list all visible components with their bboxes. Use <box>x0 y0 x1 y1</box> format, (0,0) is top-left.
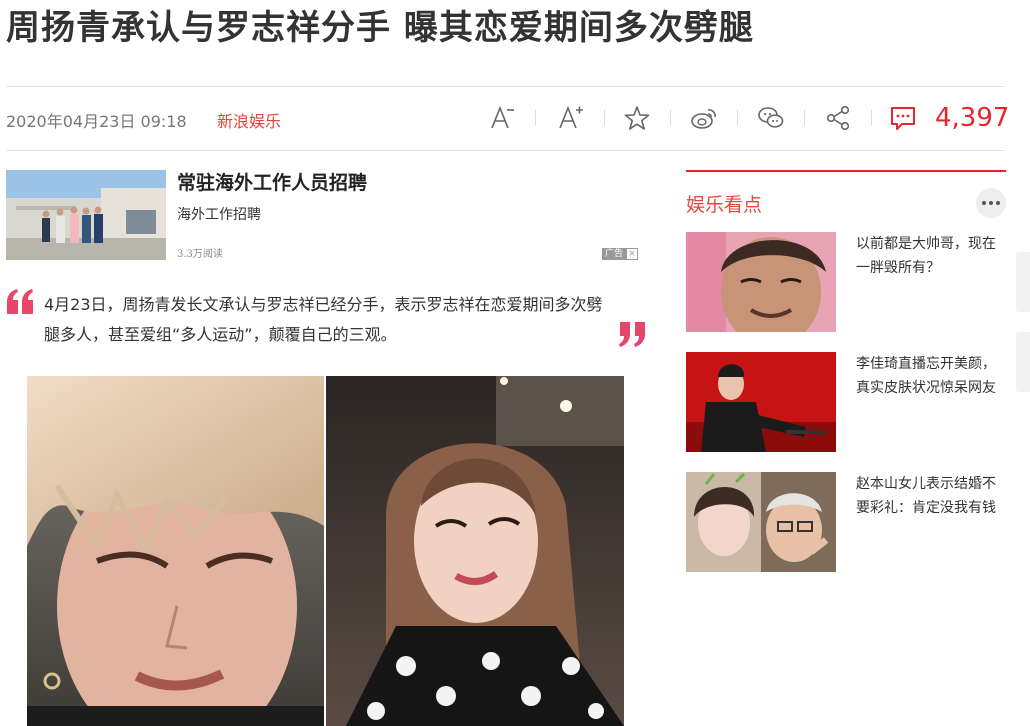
sidebar-item-image[interactable] <box>686 232 836 332</box>
quote-close-icon <box>618 320 648 348</box>
quote-open-icon <box>6 288 36 316</box>
comment-icon[interactable] <box>889 104 917 132</box>
sidebar-item-image[interactable] <box>686 352 836 452</box>
ad-label: 广告 <box>602 248 627 260</box>
title-divider <box>6 86 1005 87</box>
weibo-icon[interactable] <box>690 104 718 132</box>
toolbar-divider <box>871 110 872 126</box>
ad-title[interactable]: 常驻海外工作人员招聘 <box>177 168 367 195</box>
more-dot-icon <box>989 201 993 205</box>
star-icon[interactable] <box>623 104 651 132</box>
comment-count[interactable]: 4,397 <box>935 100 1009 136</box>
ad-close-icon[interactable]: × <box>626 248 639 260</box>
toolbar-divider <box>737 110 738 126</box>
sidebar-item-image[interactable] <box>686 472 836 572</box>
article-photo-right <box>326 376 624 726</box>
font-increase-icon[interactable] <box>557 104 585 132</box>
more-options-button[interactable] <box>976 188 1006 218</box>
toolbar-divider <box>804 110 805 126</box>
floating-side-tab[interactable] <box>1016 332 1030 392</box>
sidebar-heading: 娱乐看点 <box>686 194 763 216</box>
publish-date: 2020年04月23日 09:18 <box>6 112 187 131</box>
toolbar-divider <box>670 110 671 126</box>
article-photo-left <box>27 376 324 726</box>
ad-badge: 广告 × <box>602 248 639 260</box>
more-dot-icon <box>996 201 1000 205</box>
ad-read-count: 3.3万阅读 <box>177 249 223 260</box>
share-icon[interactable] <box>824 104 852 132</box>
ad-thumbnail[interactable] <box>6 170 166 260</box>
article-title: 周扬青承认与罗志祥分手 曝其恋爱期间多次劈腿 <box>6 8 754 48</box>
meta-divider <box>6 150 1005 151</box>
sidebar-item-title[interactable]: 以前都是大帅哥，现在一胖毁所有？ <box>856 232 1006 280</box>
ad-subtitle[interactable]: 海外工作招聘 <box>177 204 261 224</box>
floating-side-tab[interactable] <box>1016 252 1030 312</box>
sidebar-item-title[interactable]: 李佳琦直播忘开美颜，真实皮肤状况惊呆网友 <box>856 352 1006 400</box>
font-decrease-icon[interactable] <box>488 104 516 132</box>
sidebar-item-title[interactable]: 赵本山女儿表示结婚不要彩礼：肯定没我有钱 <box>856 472 1006 520</box>
more-dot-icon <box>982 201 986 205</box>
toolbar-divider <box>604 110 605 126</box>
article-lead-quote: 4月23日，周扬青发长文承认与罗志祥已经分手，表示罗志祥在恋爱期间多次劈腿多人，… <box>44 295 603 344</box>
sidebar-accent-line <box>686 170 1006 172</box>
wechat-icon[interactable] <box>757 104 785 132</box>
toolbar-divider <box>535 110 536 126</box>
source-link[interactable]: 新浪娱乐 <box>217 108 281 132</box>
